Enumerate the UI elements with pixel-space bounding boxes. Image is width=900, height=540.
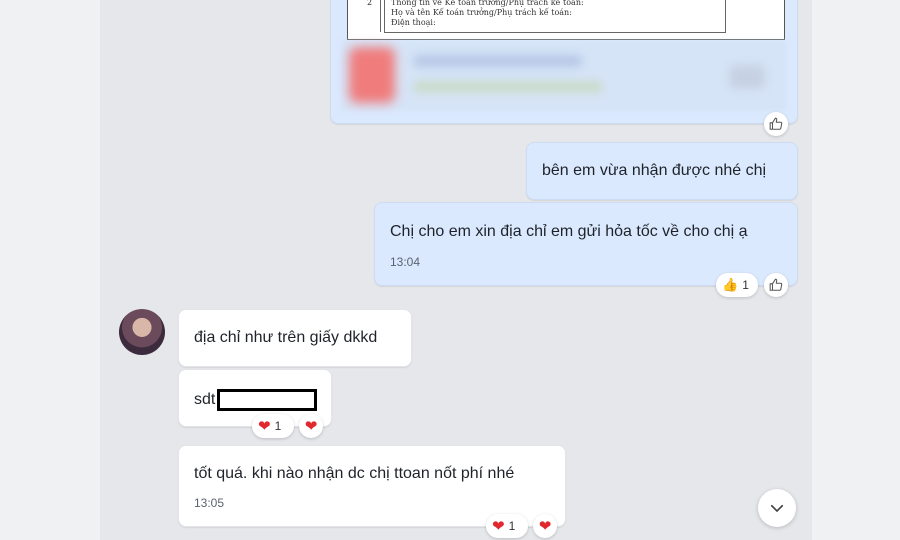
left-margin	[0, 0, 100, 540]
thumbs-up-outline-icon	[769, 278, 783, 291]
document-line: Thông tin về Kế toán trưởng/Phụ trách kế…	[391, 0, 584, 7]
reaction-count: 1	[508, 519, 516, 533]
blurred-download-icon	[729, 65, 765, 89]
scroll-to-bottom-button[interactable]	[758, 489, 796, 527]
message-bubble[interactable]: bên em vừa nhận được nhé chị	[526, 142, 798, 200]
avatar[interactable]	[119, 309, 165, 355]
message-text: địa chỉ như trên giấy dkkd	[194, 329, 378, 346]
message-text: bên em vừa nhận được nhé chị	[542, 162, 767, 179]
message-time: 13:04	[390, 255, 421, 269]
chevron-down-icon	[770, 504, 784, 512]
blurred-file-size	[413, 81, 603, 93]
heart-react-button[interactable]: ❤	[299, 414, 323, 438]
reaction-count: 1	[742, 278, 749, 292]
document-line: Họ và tên Kế toán trưởng/Phụ trách kế to…	[391, 8, 572, 17]
document-image[interactable]: 2 Thông tin về Kế toán trưởng/Phụ trách …	[347, 0, 785, 40]
reaction-summary[interactable]: ❤ 1	[252, 414, 294, 438]
heart-icon: ❤	[304, 417, 318, 435]
document-table-row: 2 Thông tin về Kế toán trưởng/Phụ trách …	[367, 0, 726, 33]
message-text: Chị cho em xin địa chỉ em gửi hỏa tốc về…	[390, 223, 748, 240]
message-text: sdt	[194, 389, 318, 411]
heart-icon: ❤	[538, 517, 552, 535]
blurred-attachment	[341, 41, 787, 111]
heart-icon: ❤	[258, 417, 271, 435]
heart-react-button[interactable]: ❤	[533, 514, 557, 538]
reaction-summary[interactable]: 👍 1	[716, 273, 758, 297]
like-button[interactable]	[764, 112, 788, 136]
document-text: Thông tin về Kế toán trưởng/Phụ trách kế…	[391, 0, 584, 28]
thumbs-up-outline-icon	[769, 117, 783, 130]
message-text: tốt quá. khi nào nhận dc chị ttoan nốt p…	[194, 465, 515, 482]
heart-icon: ❤	[492, 517, 505, 535]
right-margin	[812, 0, 900, 540]
document-line: Điện thoại:	[391, 18, 436, 27]
redacted-phone	[217, 389, 318, 411]
message-time: 13:05	[194, 496, 225, 510]
like-button[interactable]	[764, 273, 788, 297]
blurred-file-icon	[349, 47, 395, 103]
document-row-number: 2	[359, 0, 381, 32]
blurred-file-name	[413, 55, 583, 67]
thumbs-up-emoji-icon: 👍	[722, 277, 739, 292]
image-message[interactable]: 2 Thông tin về Kế toán trưởng/Phụ trách …	[330, 0, 798, 124]
message-text-prefix: sdt	[194, 391, 216, 409]
reaction-count: 1	[274, 419, 282, 433]
reaction-summary[interactable]: ❤ 1	[486, 514, 528, 538]
message-bubble[interactable]: địa chỉ như trên giấy dkkd	[178, 309, 412, 367]
